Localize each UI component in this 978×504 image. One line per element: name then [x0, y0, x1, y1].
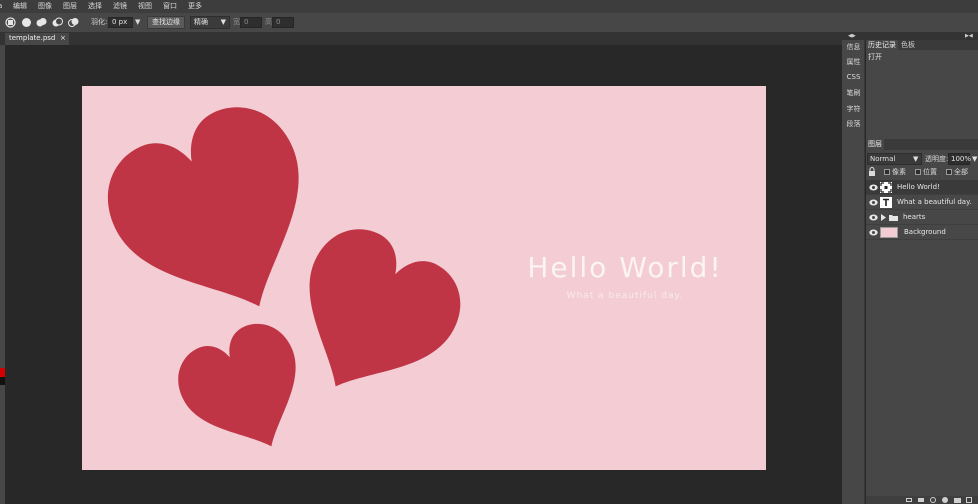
- tab-history[interactable]: 历史记录: [866, 40, 898, 50]
- blend-mode-value: Normal: [870, 155, 896, 163]
- lock-pixels-checkbox[interactable]: [884, 169, 890, 175]
- css-panel-button[interactable]: CSS: [843, 70, 864, 84]
- layer-name: What a beautiful day.: [897, 198, 972, 206]
- heart-large: [107, 107, 299, 307]
- info-panel-button[interactable]: 信息: [843, 40, 864, 54]
- layer-row-hearts[interactable]: hearts: [866, 210, 978, 225]
- eye-icon[interactable]: [869, 184, 878, 191]
- height-input[interactable]: 0: [272, 17, 294, 28]
- lock-all-label: 全部: [954, 168, 968, 176]
- panel-header-bar: ◀▶ ▶◀: [842, 32, 978, 40]
- tab-swatches[interactable]: 色板: [899, 40, 917, 50]
- panel-shortcut-column: 信息 属性 CSS 笔刷 字符 段落: [842, 40, 865, 504]
- layers-bottom-bar: [866, 496, 978, 504]
- background-color-swatch[interactable]: [0, 377, 5, 385]
- blend-mode-select[interactable]: Normal ▼: [867, 153, 922, 165]
- width-label: 宽: [233, 18, 240, 26]
- folder-icon: [889, 215, 898, 221]
- menu-item-view[interactable]: 视图: [138, 2, 152, 11]
- marquee-tool-icon[interactable]: [5, 17, 16, 28]
- menu-item-window[interactable]: 窗口: [163, 2, 177, 11]
- expand-arrow-icon[interactable]: [881, 214, 886, 221]
- text-layer-icon: [880, 182, 892, 193]
- properties-panel-button[interactable]: 属性: [843, 55, 864, 69]
- layer-style-icon[interactable]: [918, 498, 924, 502]
- lock-all-checkbox[interactable]: [946, 169, 952, 175]
- feather-input[interactable]: 0 px: [108, 17, 133, 28]
- tab-layers[interactable]: 图层: [866, 139, 884, 150]
- lock-position-label: 位置: [923, 168, 937, 176]
- layer-name: hearts: [903, 213, 926, 221]
- lock-pixels-label: 像素: [892, 168, 906, 176]
- eye-icon[interactable]: [869, 199, 878, 206]
- text-layer-icon: [880, 197, 892, 208]
- opacity-label: 透明度:: [925, 155, 949, 163]
- close-icon[interactable]: ×: [60, 34, 66, 43]
- lock-position-checkbox[interactable]: [915, 169, 921, 175]
- height-label: 高: [265, 18, 272, 26]
- eye-icon[interactable]: [869, 229, 878, 236]
- right-panel: [866, 40, 978, 504]
- foreground-color-swatch[interactable]: [0, 368, 5, 377]
- refine-edge-button[interactable]: 查找边缘: [147, 16, 185, 29]
- tools-panel: [0, 45, 5, 504]
- menu-item-layer[interactable]: 图层: [63, 2, 77, 11]
- mask-icon[interactable]: [930, 497, 936, 503]
- layers-tab-row: 图层: [866, 139, 978, 150]
- hello-world-text: Hello World!: [527, 251, 723, 284]
- new-selection-icon[interactable]: [21, 17, 32, 28]
- heart-medium: [309, 229, 461, 387]
- feather-label: 羽化:: [91, 18, 108, 26]
- options-toolbar: 羽化: 0 px ▼ 查找边缘 精确 ▼ 宽 0 高 0: [0, 13, 978, 32]
- width-input[interactable]: 0: [240, 17, 262, 28]
- expand-panels-icon[interactable]: ◀▶: [848, 33, 856, 39]
- feather-dropdown-icon[interactable]: ▼: [135, 18, 140, 27]
- history-tab-row: 历史记录 色板: [866, 40, 978, 50]
- history-item-open[interactable]: 打开: [868, 53, 882, 62]
- chevron-down-icon: ▼: [220, 18, 226, 26]
- style-select-value: 精确: [194, 18, 208, 26]
- tab-label: template.psd: [9, 34, 56, 42]
- adjustment-layer-icon[interactable]: [942, 497, 948, 503]
- layer-name: Hello World!: [897, 183, 940, 191]
- menu-item-select[interactable]: 选择: [88, 2, 102, 11]
- new-layer-icon[interactable]: [966, 497, 972, 503]
- menu-item-filter[interactable]: 滤镜: [113, 2, 127, 11]
- menu-item-partial[interactable]: a: [0, 2, 2, 11]
- layer-row-background[interactable]: Background: [866, 225, 978, 240]
- character-panel-button[interactable]: 字符: [843, 102, 864, 116]
- subtract-selection-icon[interactable]: [52, 17, 63, 28]
- beautiful-day-text: What a beautiful day.: [566, 291, 684, 301]
- opacity-input[interactable]: 100%: [948, 153, 971, 165]
- menu-item-more[interactable]: 更多: [188, 2, 202, 11]
- tab-template-psd[interactable]: template.psd ×: [5, 33, 69, 45]
- menubar: a 编辑 图像 图层 选择 滤镜 视图 窗口 更多: [0, 0, 978, 13]
- add-selection-icon[interactable]: [36, 17, 47, 28]
- paragraph-panel-button[interactable]: 段落: [843, 117, 864, 131]
- layer-row-beautiful-day[interactable]: What a beautiful day.: [866, 195, 978, 210]
- layer-row-hello-world[interactable]: Hello World!: [866, 180, 978, 195]
- menu-item-image[interactable]: 图像: [38, 2, 52, 11]
- link-layers-icon[interactable]: [906, 498, 912, 502]
- opacity-dropdown-icon[interactable]: ▼: [972, 155, 977, 164]
- document-canvas[interactable]: Hello World! What a beautiful day.: [82, 86, 766, 470]
- menu-item-edit[interactable]: 编辑: [13, 2, 27, 11]
- eye-icon[interactable]: [869, 214, 878, 221]
- new-group-icon[interactable]: [954, 498, 961, 503]
- intersect-selection-icon[interactable]: [68, 17, 79, 28]
- style-select[interactable]: 精确 ▼: [190, 16, 230, 29]
- chevron-down-icon: ▼: [913, 155, 919, 163]
- heart-small: [178, 323, 296, 447]
- layer-name: Background: [904, 228, 946, 236]
- collapse-panels-icon[interactable]: ▶◀: [965, 33, 973, 39]
- lock-icon: [869, 167, 875, 176]
- brush-panel-button[interactable]: 笔刷: [843, 86, 864, 100]
- document-tab-bar: [0, 32, 842, 45]
- layer-thumbnail: [880, 227, 898, 238]
